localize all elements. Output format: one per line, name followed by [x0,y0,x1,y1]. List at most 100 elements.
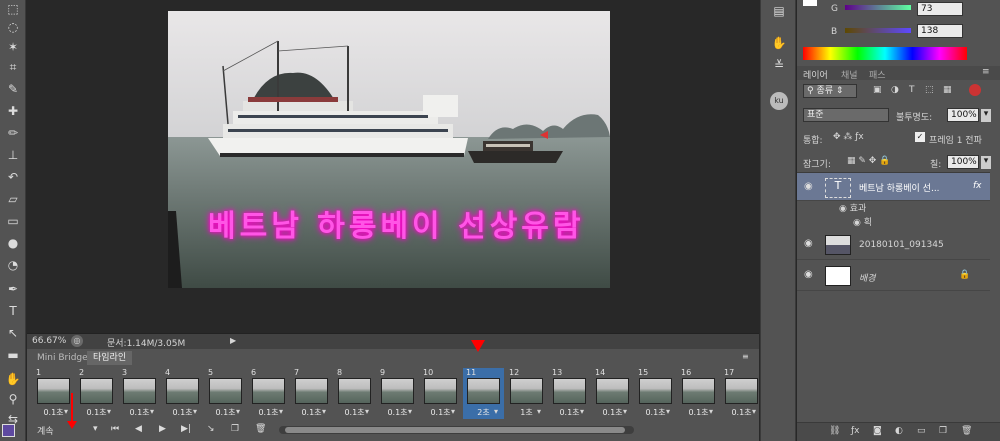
animation-frame[interactable]: 13 0.1초 ▾ [549,368,590,419]
color-spectrum[interactable] [803,47,967,60]
filter-kind-select[interactable]: ⚲ 종류 ⇕ [803,84,857,98]
layer-text[interactable]: ◉ T 베트남 하롱베이 선... fx [797,173,990,201]
delay-dropdown-icon[interactable]: ▾ [580,407,584,416]
kuler-icon[interactable]: ku [770,92,788,110]
adjustments-icon[interactable]: ≚ [769,58,789,76]
add-style-icon[interactable]: ƒx [851,426,860,436]
timeline-scrollbar[interactable] [279,426,634,434]
delay-dropdown-icon[interactable]: ▾ [365,407,369,416]
opacity-dropdown-icon[interactable]: ▾ [981,109,991,122]
animation-frame[interactable]: 6 0.1초 ▾ [248,368,289,419]
new-group-icon[interactable]: ▭ [917,426,926,436]
clone-stamp-tool-icon[interactable]: ⊥ [3,146,23,164]
stroke-eye-icon[interactable]: ◉ [853,218,861,228]
visibility-eye-icon[interactable]: ◉ [804,238,813,249]
animation-frame[interactable]: 5 0.1초 ▾ [205,368,246,419]
animation-frame[interactable]: 16 0.1초 ▾ [678,368,719,419]
delay-dropdown-icon[interactable]: ▾ [623,407,627,416]
filter-adjust-icon[interactable]: ◑ [891,85,899,95]
b-slider[interactable] [845,28,911,33]
animation-frame[interactable]: 10 0.1초 ▾ [420,368,461,419]
eyedropper-tool-icon[interactable]: ✎ [3,80,23,98]
filter-pixel-icon[interactable]: ▣ [873,85,882,95]
eraser-tool-icon[interactable]: ▱ [3,190,23,208]
new-adjustment-icon[interactable]: ◐ [895,426,903,436]
delay-dropdown-icon[interactable]: ▾ [451,407,455,416]
add-mask-icon[interactable]: ◙ [873,426,882,436]
tab-timeline[interactable]: 타임라인 [87,351,133,365]
delete-layer-icon[interactable]: 🗑 [961,426,972,436]
status-menu-arrow-icon[interactable]: ▶ [230,336,236,345]
loop-dropdown-icon[interactable]: ▾ [93,424,98,434]
blur-tool-icon[interactable]: ● [3,234,23,252]
magic-wand-tool-icon[interactable]: ✶ [3,38,23,56]
propagate-checkbox[interactable]: ✓ [915,132,925,142]
previous-frame-icon[interactable]: ◀ [135,424,142,434]
gradient-tool-icon[interactable]: ▭ [3,212,23,230]
loop-select[interactable]: 계속 [37,424,54,437]
layer-photo[interactable]: ◉ 20180101_091345 [797,230,990,260]
animation-frame[interactable]: 15 0.1초 ▾ [635,368,676,419]
delay-dropdown-icon[interactable]: ▾ [494,407,498,416]
brush-presets-icon[interactable]: ✋ [769,36,789,54]
crop-tool-icon[interactable]: ⌗ [3,58,23,76]
next-frame-icon[interactable]: ▶| [181,424,191,434]
animation-frame[interactable]: 11 2초 ▾ [463,368,504,419]
tween-icon[interactable]: ↘ [207,424,215,434]
animation-frame[interactable]: 17 0.1초 ▾ [721,368,762,419]
pen-tool-icon[interactable]: ✒ [3,280,23,298]
visibility-eye-icon[interactable]: ◉ [804,181,813,192]
delete-frame-icon[interactable]: 🗑 [255,424,266,434]
zoom-tool-icon[interactable]: ⚲ [3,390,23,408]
delay-dropdown-icon[interactable]: ▾ [236,407,240,416]
delay-dropdown-icon[interactable]: ▾ [408,407,412,416]
layer-name[interactable]: 배경 [859,271,876,284]
color-swatch[interactable] [803,0,817,6]
delay-dropdown-icon[interactable]: ▾ [709,407,713,416]
delay-dropdown-icon[interactable]: ▾ [752,407,756,416]
filter-smart-icon[interactable]: ▦ [943,85,952,95]
layer-name[interactable]: 베트남 하롱베이 선... [859,181,940,194]
foreground-color-swatch[interactable] [2,424,15,437]
layers-menu-icon[interactable]: ≡ [982,67,990,77]
hand-tool-icon[interactable]: ✋ [3,370,23,388]
animation-frame[interactable]: 12 1초 ▾ [506,368,547,419]
filter-toggle-icon[interactable] [969,84,981,96]
delay-dropdown-icon[interactable]: ▾ [107,407,111,416]
lasso-tool-icon[interactable]: ◌ [3,18,23,36]
delay-dropdown-icon[interactable]: ▾ [322,407,326,416]
delay-dropdown-icon[interactable]: ▾ [666,407,670,416]
duplicate-frame-icon[interactable]: ❐ [231,424,239,434]
animation-frame[interactable]: 7 0.1초 ▾ [291,368,332,419]
document-image[interactable]: 베트남 하롱베이 선상유람 [168,11,610,288]
animation-frame[interactable]: 14 0.1초 ▾ [592,368,633,419]
g-value-field[interactable]: 73 [917,2,963,16]
history-panel-icon[interactable]: ▤ [769,4,789,22]
tab-mini-bridge[interactable]: Mini Bridge [31,351,94,365]
tab-paths[interactable]: 패스 [869,68,886,81]
history-brush-tool-icon[interactable]: ↶ [3,168,23,186]
delay-dropdown-icon[interactable]: ▾ [537,407,541,416]
scrollbar-thumb[interactable] [285,427,625,433]
delay-dropdown-icon[interactable]: ▾ [64,407,68,416]
brush-tool-icon[interactable]: ✏ [3,124,23,142]
animation-frame[interactable]: 8 0.1초 ▾ [334,368,375,419]
unify-icons[interactable]: ✥ ⁂ ƒx [833,132,864,142]
dodge-tool-icon[interactable]: ◔ [3,256,23,274]
play-icon[interactable]: ▶ [159,424,166,434]
new-layer-icon[interactable]: ❐ [939,426,947,436]
type-tool-icon[interactable]: T [3,302,23,320]
b-value-field[interactable]: 138 [917,24,963,38]
delay-dropdown-icon[interactable]: ▾ [279,407,283,416]
healing-brush-tool-icon[interactable]: ✚ [3,102,23,120]
visibility-eye-icon[interactable]: ◉ [804,269,813,280]
filter-shape-icon[interactable]: ⬚ [925,85,934,95]
delay-dropdown-icon[interactable]: ▾ [193,407,197,416]
opacity-field[interactable]: 100% [947,108,979,122]
zoom-level[interactable]: 66.67% [32,336,66,346]
animation-frame[interactable]: 1 0.1초 ▾ [33,368,74,419]
link-layers-icon[interactable]: ⛓ [829,426,840,436]
tab-channels[interactable]: 채널 [841,68,858,81]
layer-name[interactable]: 20180101_091345 [859,240,944,250]
g-slider[interactable] [845,5,911,10]
